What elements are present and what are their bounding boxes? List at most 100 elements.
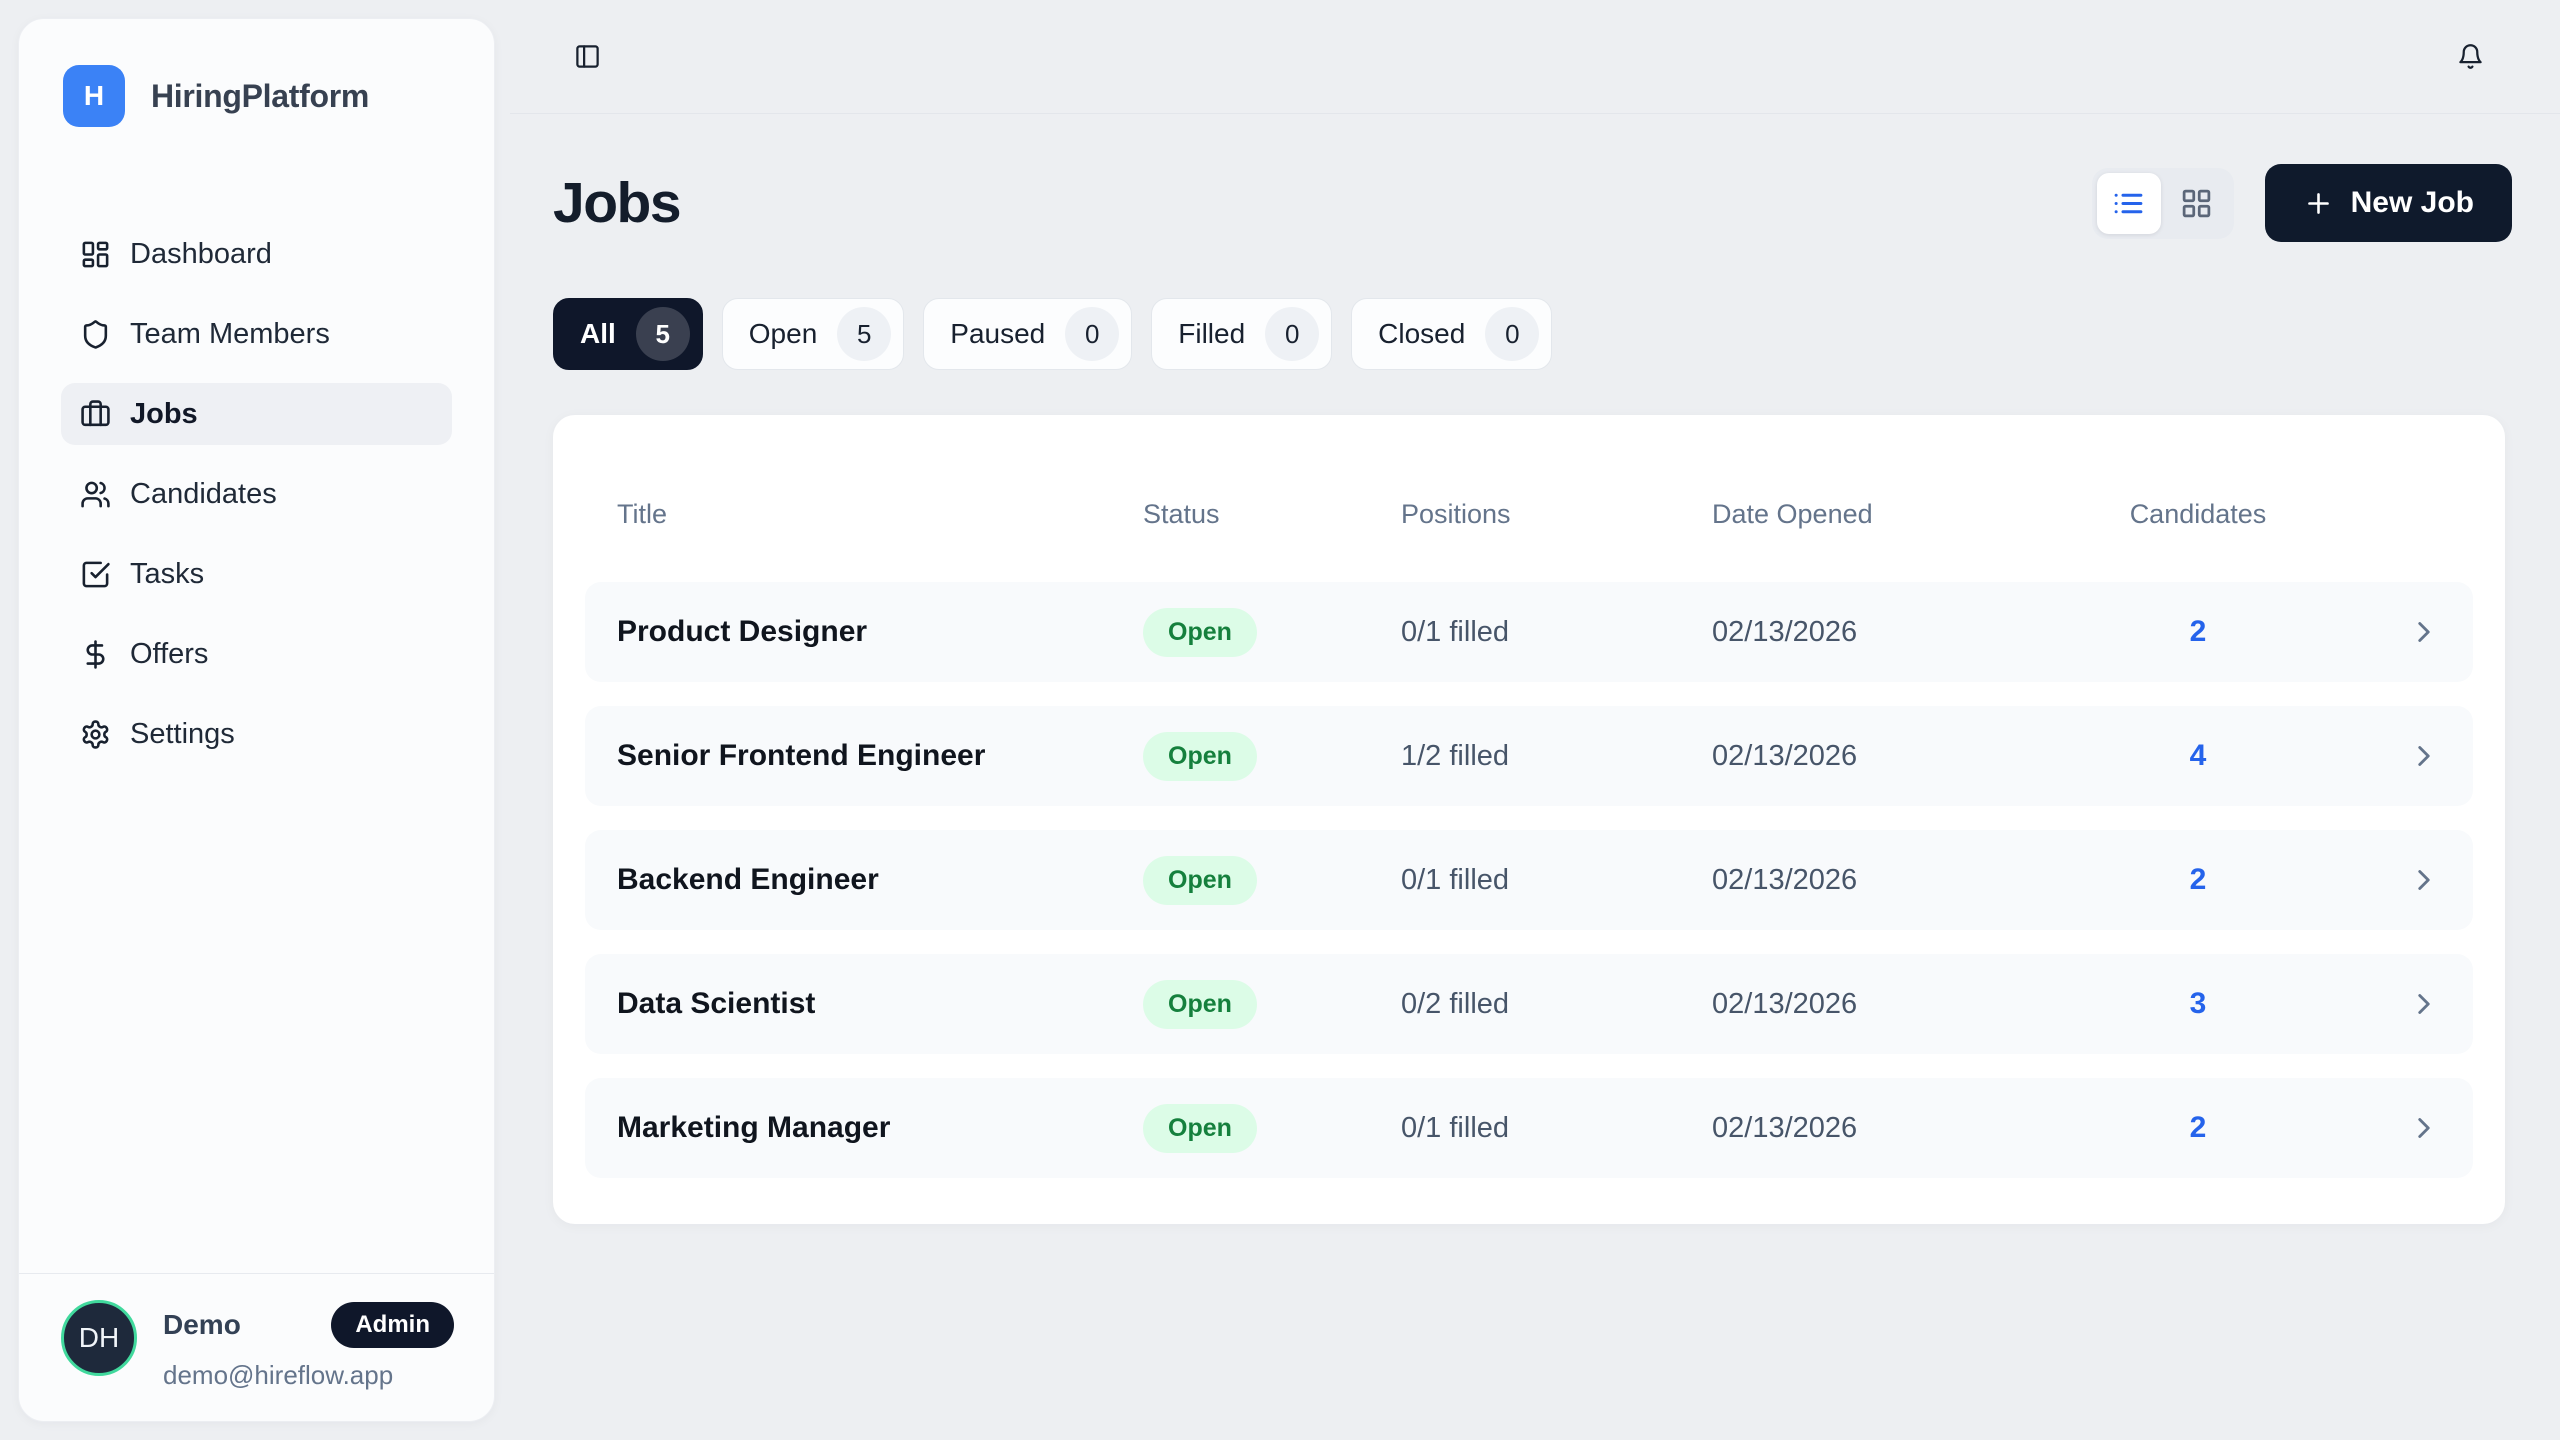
column-header-status: Status bbox=[1143, 499, 1401, 530]
status-badge: Open bbox=[1143, 980, 1257, 1029]
new-job-button[interactable]: New Job bbox=[2265, 164, 2512, 242]
jobs-table-card: Title Status Positions Date Opened Candi… bbox=[553, 415, 2505, 1224]
filter-count: 5 bbox=[636, 307, 690, 361]
filter-filled[interactable]: Filled 0 bbox=[1151, 298, 1332, 370]
grid-view-button[interactable] bbox=[2165, 173, 2229, 234]
filter-label: All bbox=[580, 318, 616, 350]
status-filters: All 5 Open 5 Paused 0 Filled 0 Closed 0 bbox=[553, 298, 2512, 370]
role-badge: Admin bbox=[331, 1302, 454, 1348]
sidebar-item-label: Candidates bbox=[130, 478, 277, 511]
date-opened-cell: 02/13/2026 bbox=[1712, 988, 2093, 1021]
sidebar-nav: Dashboard Team Members Jobs Candidates T… bbox=[19, 223, 494, 765]
list-icon bbox=[2112, 187, 2145, 220]
dashboard-icon bbox=[80, 239, 111, 270]
job-title: Data Scientist bbox=[617, 987, 1143, 1021]
briefcase-icon bbox=[80, 399, 111, 430]
column-header-candidates: Candidates bbox=[2130, 499, 2267, 530]
avatar: DH bbox=[61, 1300, 137, 1376]
sidebar-item-label: Tasks bbox=[130, 558, 204, 591]
status-badge: Open bbox=[1143, 1104, 1257, 1153]
sidebar-item-dashboard[interactable]: Dashboard bbox=[61, 223, 452, 285]
job-title: Product Designer bbox=[617, 615, 1143, 649]
column-header-date-opened: Date Opened bbox=[1712, 499, 2093, 530]
notifications-button[interactable] bbox=[2457, 43, 2484, 70]
sidebar-item-candidates[interactable]: Candidates bbox=[61, 463, 452, 525]
positions-cell: 0/2 filled bbox=[1401, 988, 1712, 1021]
shield-icon bbox=[80, 319, 111, 350]
users-icon bbox=[80, 479, 111, 510]
plus-icon bbox=[2303, 188, 2334, 219]
positions-cell: 1/2 filled bbox=[1401, 740, 1712, 773]
list-view-button[interactable] bbox=[2097, 173, 2161, 234]
column-header-positions: Positions bbox=[1401, 499, 1712, 530]
status-badge: Open bbox=[1143, 732, 1257, 781]
chevron-right-icon[interactable] bbox=[2407, 615, 2441, 649]
candidates-count[interactable]: 2 bbox=[2190, 1111, 2207, 1145]
sidebar-item-jobs[interactable]: Jobs bbox=[61, 383, 452, 445]
filter-count: 5 bbox=[837, 307, 891, 361]
positions-cell: 0/1 filled bbox=[1401, 616, 1712, 649]
positions-cell: 0/1 filled bbox=[1401, 1112, 1712, 1145]
filter-label: Open bbox=[749, 318, 818, 350]
sidebar-item-label: Settings bbox=[130, 718, 235, 751]
table-header-row: Title Status Positions Date Opened Candi… bbox=[585, 447, 2473, 582]
sidebar-item-settings[interactable]: Settings bbox=[61, 703, 452, 765]
page-header: Jobs bbox=[553, 164, 2512, 242]
sidebar-item-tasks[interactable]: Tasks bbox=[61, 543, 452, 605]
dollar-icon bbox=[80, 639, 111, 670]
filter-label: Filled bbox=[1178, 318, 1245, 350]
sidebar: H HiringPlatform Dashboard Team Members … bbox=[18, 18, 495, 1422]
page-content: Jobs bbox=[510, 164, 2560, 1224]
user-meta: Demo Admin demo@hireflow.app bbox=[163, 1300, 454, 1391]
sidebar-item-label: Jobs bbox=[130, 398, 198, 431]
table-row-senior-frontend-engineer[interactable]: Senior Frontend Engineer Open 1/2 filled… bbox=[585, 706, 2473, 806]
header-actions: New Job bbox=[2092, 164, 2512, 242]
positions-cell: 0/1 filled bbox=[1401, 864, 1712, 897]
gear-icon bbox=[80, 719, 111, 750]
job-title: Marketing Manager bbox=[617, 1111, 1143, 1145]
chevron-right-icon[interactable] bbox=[2407, 1111, 2441, 1145]
brand-logo: H bbox=[63, 65, 125, 127]
view-toggle bbox=[2092, 168, 2234, 239]
filter-all[interactable]: All 5 bbox=[553, 298, 703, 370]
filter-label: Paused bbox=[950, 318, 1045, 350]
sidebar-item-offers[interactable]: Offers bbox=[61, 623, 452, 685]
table-row-data-scientist[interactable]: Data Scientist Open 0/2 filled 02/13/202… bbox=[585, 954, 2473, 1054]
filter-count: 0 bbox=[1265, 307, 1319, 361]
grid-icon bbox=[2180, 187, 2213, 220]
panel-left-icon bbox=[574, 43, 601, 70]
main-area: Jobs bbox=[510, 0, 2560, 1440]
user-box[interactable]: DH Demo Admin demo@hireflow.app bbox=[19, 1273, 494, 1421]
column-header-title: Title bbox=[617, 499, 1143, 530]
candidates-count[interactable]: 4 bbox=[2190, 739, 2207, 773]
date-opened-cell: 02/13/2026 bbox=[1712, 1112, 2093, 1145]
table-row-product-designer[interactable]: Product Designer Open 0/1 filled 02/13/2… bbox=[585, 582, 2473, 682]
topbar bbox=[510, 0, 2560, 114]
filter-paused[interactable]: Paused 0 bbox=[923, 298, 1132, 370]
filter-label: Closed bbox=[1378, 318, 1465, 350]
status-badge: Open bbox=[1143, 608, 1257, 657]
date-opened-cell: 02/13/2026 bbox=[1712, 740, 2093, 773]
chevron-right-icon[interactable] bbox=[2407, 987, 2441, 1021]
chevron-right-icon[interactable] bbox=[2407, 863, 2441, 897]
filter-closed[interactable]: Closed 0 bbox=[1351, 298, 1552, 370]
sidebar-item-label: Dashboard bbox=[130, 238, 272, 271]
filter-count: 0 bbox=[1065, 307, 1119, 361]
user-name: Demo bbox=[163, 1309, 241, 1341]
table-row-backend-engineer[interactable]: Backend Engineer Open 0/1 filled 02/13/2… bbox=[585, 830, 2473, 930]
candidates-count[interactable]: 2 bbox=[2190, 863, 2207, 897]
table-row-marketing-manager[interactable]: Marketing Manager Open 0/1 filled 02/13/… bbox=[585, 1078, 2473, 1178]
filter-open[interactable]: Open 5 bbox=[722, 298, 905, 370]
candidates-count[interactable]: 2 bbox=[2190, 615, 2207, 649]
status-badge: Open bbox=[1143, 856, 1257, 905]
candidates-count[interactable]: 3 bbox=[2190, 987, 2207, 1021]
sidebar-toggle-button[interactable] bbox=[574, 43, 601, 70]
sidebar-item-team-members[interactable]: Team Members bbox=[61, 303, 452, 365]
sidebar-item-label: Offers bbox=[130, 638, 208, 671]
date-opened-cell: 02/13/2026 bbox=[1712, 616, 2093, 649]
sidebar-item-label: Team Members bbox=[130, 318, 330, 351]
user-email: demo@hireflow.app bbox=[163, 1360, 454, 1391]
page-title: Jobs bbox=[553, 170, 680, 236]
date-opened-cell: 02/13/2026 bbox=[1712, 864, 2093, 897]
chevron-right-icon[interactable] bbox=[2407, 739, 2441, 773]
